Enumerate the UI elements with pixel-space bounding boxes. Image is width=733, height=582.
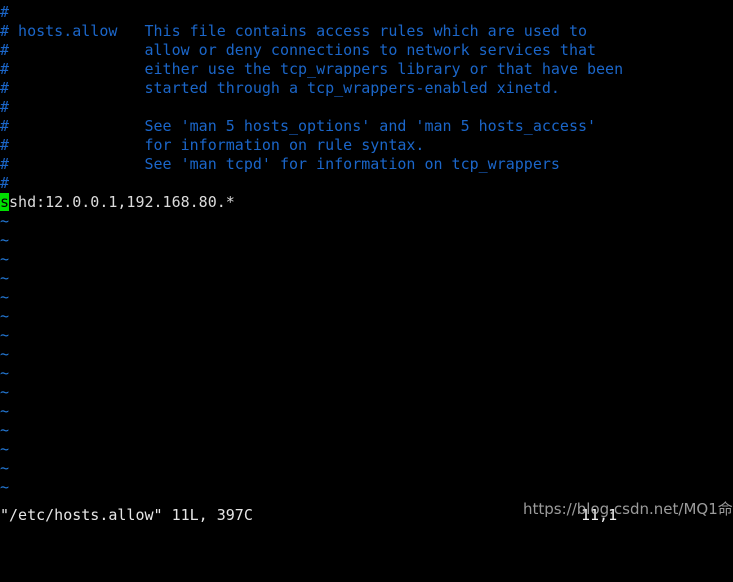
buffer-line: # either use the tcp_wrappers library or… xyxy=(0,60,624,78)
empty-line-marker: ~ xyxy=(0,402,10,420)
buffer-line: # xyxy=(0,174,10,192)
empty-line-marker: ~ xyxy=(0,383,10,401)
buffer-line: # started through a tcp_wrappers-enabled… xyxy=(0,79,560,97)
buffer-line: # xyxy=(0,3,10,21)
buffer-line: # See 'man tcpd' for information on tcp_… xyxy=(0,155,560,173)
empty-line-marker: ~ xyxy=(0,288,10,306)
buffer-line: # for information on rule syntax. xyxy=(0,136,425,154)
vim-text-buffer[interactable]: # # hosts.allow This file contains acces… xyxy=(0,3,733,497)
empty-line-marker: ~ xyxy=(0,364,10,382)
empty-line-marker: ~ xyxy=(0,269,10,287)
empty-line-marker: ~ xyxy=(0,459,10,477)
status-cursor-position: 11,1 xyxy=(581,506,618,524)
empty-line-marker: ~ xyxy=(0,307,10,325)
empty-line-marker: ~ xyxy=(0,326,10,344)
empty-line-marker: ~ xyxy=(0,231,10,249)
empty-line-marker: ~ xyxy=(0,345,10,363)
status-file-info: "/etc/hosts.allow" 11L, 397C xyxy=(0,506,253,524)
buffer-line: # hosts.allow This file contains access … xyxy=(0,22,587,40)
buffer-line: # See 'man 5 hosts_options' and 'man 5 h… xyxy=(0,117,597,135)
text-cursor: s xyxy=(0,193,10,211)
buffer-line-sshd-rule[interactable]: sshd:12.0.0.1,192.168.80.* xyxy=(0,193,733,212)
buffer-line: # allow or deny connections to network s… xyxy=(0,41,597,59)
empty-line-marker: ~ xyxy=(0,478,10,496)
empty-line-marker: ~ xyxy=(0,440,10,458)
terminal-window[interactable]: # # hosts.allow This file contains acces… xyxy=(0,0,733,531)
empty-line-marker: ~ xyxy=(0,212,10,230)
vim-status-line: "/etc/hosts.allow" 11L, 397C 11,1 xyxy=(0,506,733,525)
buffer-line: # xyxy=(0,98,10,116)
empty-line-marker: ~ xyxy=(0,250,10,268)
buffer-line-sshd-rule-text: shd:12.0.0.1,192.168.80.* xyxy=(9,193,235,211)
empty-line-marker: ~ xyxy=(0,421,10,439)
empty-line-markers: ~ ~ ~ ~ ~ ~ ~ ~ ~ ~ ~ ~ ~ ~ ~ xyxy=(0,212,733,497)
